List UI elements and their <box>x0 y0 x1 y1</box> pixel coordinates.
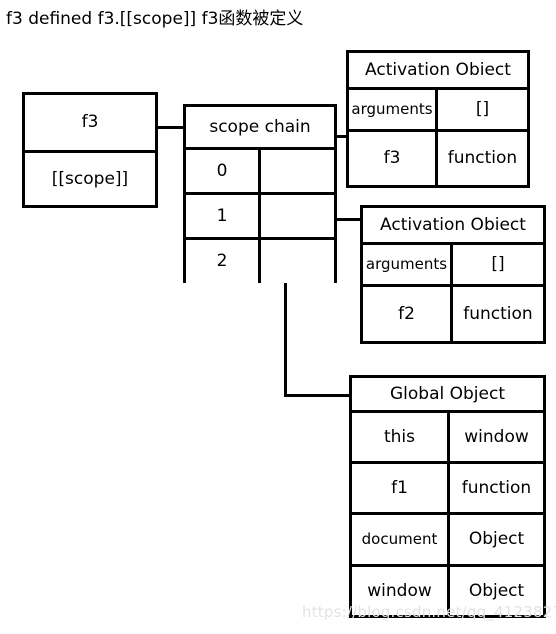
global-object-value-document: Object <box>450 515 543 564</box>
global-object-value-this: window <box>450 413 543 461</box>
activation-object-1-key-arguments: arguments <box>349 90 435 129</box>
connector-scope2-to-global <box>284 394 352 397</box>
f3-function-box-name: f3 <box>25 95 155 150</box>
scope-chain-row-index-2: 2 <box>186 240 258 283</box>
activation-object-1: Activation Obiect arguments [] f3 functi… <box>346 50 530 188</box>
activation-object-2: Activation Obiect arguments [] f2 functi… <box>360 205 546 344</box>
activation-object-2-key-arguments: arguments <box>363 245 450 284</box>
f3-function-box-scope: [[scope]] <box>25 153 155 205</box>
scope-chain-table: scope chain 0 1 2 <box>183 104 337 283</box>
global-object-key-this: this <box>352 413 447 461</box>
scope-chain-row-value-1 <box>261 195 334 237</box>
scope-chain-row-value-2 <box>261 240 334 283</box>
page-title: f3 defined f3.[[scope]] f3函数被定义 <box>6 9 304 29</box>
global-object-value-window: Object <box>450 567 543 615</box>
scope-chain-row-index-0: 0 <box>186 150 258 192</box>
global-object-key-f1: f1 <box>352 464 447 512</box>
scope-chain-row-value-0 <box>261 150 334 192</box>
f3-function-box: f3 [[scope]] <box>22 92 158 208</box>
activation-object-1-header: Activation Obiect <box>349 53 527 87</box>
activation-object-2-value-arguments: [] <box>453 245 543 284</box>
diagram-canvas: f3 defined f3.[[scope]] f3函数被定义 f3 [[sco… <box>0 0 556 634</box>
scope-chain-header: scope chain <box>186 107 334 147</box>
activation-object-2-header: Activation Obiect <box>363 208 543 242</box>
global-object-key-window: window <box>352 567 447 615</box>
global-object-key-document: document <box>352 515 447 564</box>
global-object-header: Global Object <box>352 378 543 410</box>
global-object: Global Object this window f1 function do… <box>349 375 546 618</box>
activation-object-2-key-f2: f2 <box>363 287 450 341</box>
global-object-value-f1: function <box>450 464 543 512</box>
connector-scope2-vertical <box>284 280 287 397</box>
connector-scope1-to-activation2 <box>334 218 362 221</box>
activation-object-1-value-arguments: [] <box>438 90 527 129</box>
activation-object-2-value-f2: function <box>453 287 543 341</box>
connector-f3-to-scopechain <box>155 126 186 129</box>
scope-chain-row-index-1: 1 <box>186 195 258 237</box>
activation-object-1-key-f3: f3 <box>349 132 435 185</box>
activation-object-1-value-f3: function <box>438 132 527 185</box>
